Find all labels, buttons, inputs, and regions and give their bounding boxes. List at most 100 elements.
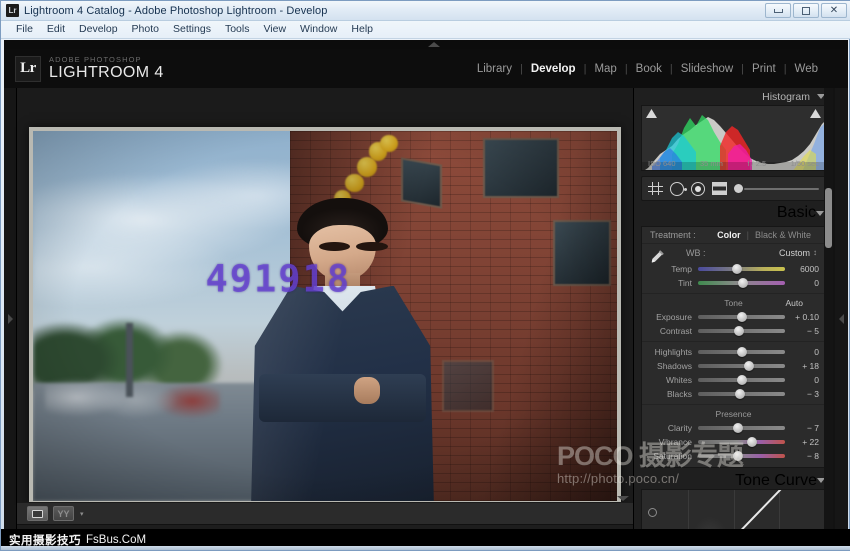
slider-knob[interactable] bbox=[735, 389, 745, 399]
slider-knob[interactable] bbox=[737, 375, 747, 385]
loupe-view-button[interactable] bbox=[27, 506, 48, 521]
slider-knob[interactable] bbox=[737, 312, 747, 322]
menu-item-view[interactable]: View bbox=[256, 21, 293, 38]
slider-track[interactable] bbox=[698, 426, 785, 430]
menu-item-edit[interactable]: Edit bbox=[40, 21, 72, 38]
maximize-button[interactable] bbox=[793, 3, 819, 18]
compare-view-button[interactable]: YY bbox=[53, 506, 74, 521]
app-header: Lr ADOBE PHOTOSHOP LIGHTROOM 4 Library |… bbox=[4, 49, 848, 88]
treatment-bw-option[interactable]: Black & White bbox=[749, 230, 817, 240]
slider-knob[interactable] bbox=[744, 361, 754, 371]
targeted-adjustment-icon[interactable] bbox=[648, 508, 657, 517]
slider-blacks[interactable]: Blacks − 3 bbox=[642, 387, 825, 401]
exif-iso: ISO 640 bbox=[648, 159, 676, 168]
tone-curve-header[interactable]: Tone Curve bbox=[634, 472, 833, 489]
basic-panel-title: Basic bbox=[777, 204, 816, 222]
right-panel-collapse-toggle[interactable] bbox=[835, 88, 848, 549]
slider-track[interactable] bbox=[698, 350, 785, 354]
module-develop[interactable]: Develop bbox=[523, 63, 584, 75]
slider-track[interactable] bbox=[698, 267, 785, 271]
slider-saturation[interactable]: Saturation − 8 bbox=[642, 449, 825, 463]
viewer-toolbar: YY ▾ bbox=[17, 502, 633, 524]
slider-tint[interactable]: Tint 0 bbox=[642, 276, 825, 290]
slider-highlights[interactable]: Highlights 0 bbox=[642, 345, 825, 359]
image-viewer[interactable]: 491918 YY ▾ bbox=[17, 88, 633, 549]
module-map[interactable]: Map bbox=[586, 63, 624, 75]
red-eye-correction-icon[interactable] bbox=[691, 182, 705, 196]
slider-value: − 7 bbox=[785, 423, 819, 433]
slider-label: Blacks bbox=[648, 389, 698, 399]
eyedropper-icon[interactable] bbox=[648, 248, 666, 266]
slider-track[interactable] bbox=[698, 378, 785, 382]
slider-track[interactable] bbox=[698, 364, 785, 368]
slider-knob[interactable] bbox=[734, 326, 744, 336]
menu-item-settings[interactable]: Settings bbox=[166, 21, 218, 38]
toolbar-overflow-caret[interactable] bbox=[617, 501, 629, 519]
photo-canvas[interactable]: 491918 bbox=[33, 131, 617, 501]
graduated-filter-icon[interactable] bbox=[712, 182, 727, 195]
treatment-row: Treatment : Color | Black & White bbox=[642, 227, 825, 244]
top-panel-collapse-toggle[interactable] bbox=[422, 40, 446, 49]
crop-overlay-icon[interactable] bbox=[648, 182, 663, 195]
module-web[interactable]: Web bbox=[787, 63, 826, 75]
module-library[interactable]: Library bbox=[469, 63, 520, 75]
menu-item-window[interactable]: Window bbox=[293, 21, 344, 38]
slider-exposure[interactable]: Exposure + 0.10 bbox=[642, 310, 825, 324]
close-button[interactable]: ✕ bbox=[821, 3, 847, 18]
window-buttons: ✕ bbox=[765, 3, 847, 18]
slider-vibrance[interactable]: Vibrance + 22 bbox=[642, 435, 825, 449]
identity-plate[interactable]: Lr ADOBE PHOTOSHOP LIGHTROOM 4 bbox=[15, 56, 164, 82]
slider-track[interactable] bbox=[698, 281, 785, 285]
adjustment-brush-icon[interactable] bbox=[734, 184, 825, 193]
slider-track[interactable] bbox=[698, 329, 785, 333]
chevron-down-icon bbox=[816, 211, 824, 216]
slider-knob[interactable] bbox=[733, 423, 743, 433]
right-panel-scrollbar[interactable] bbox=[824, 88, 833, 549]
slider-track[interactable] bbox=[698, 315, 785, 319]
app-body: 491918 YY ▾ bbox=[4, 88, 848, 549]
slider-knob[interactable] bbox=[733, 451, 743, 461]
slider-knob[interactable] bbox=[737, 347, 747, 357]
wb-preset-dropdown[interactable]: Custom ↕ bbox=[779, 248, 817, 258]
basic-panel-header[interactable]: Basic bbox=[641, 205, 826, 221]
slider-clarity[interactable]: Clarity − 7 bbox=[642, 421, 825, 435]
module-print[interactable]: Print bbox=[744, 63, 784, 75]
spot-removal-icon[interactable] bbox=[670, 182, 684, 196]
photo-digit-watermark: 491918 bbox=[205, 258, 351, 301]
presence-label: Presence bbox=[716, 409, 752, 419]
slider-track[interactable] bbox=[698, 440, 785, 444]
menu-item-develop[interactable]: Develop bbox=[72, 21, 125, 38]
histogram[interactable]: ISO 640 35 mm f / 2.5 1/50 sec bbox=[641, 105, 826, 171]
slider-track[interactable] bbox=[698, 454, 785, 458]
menu-item-help[interactable]: Help bbox=[344, 21, 380, 38]
menu-item-tools[interactable]: Tools bbox=[218, 21, 257, 38]
module-slideshow[interactable]: Slideshow bbox=[673, 63, 741, 75]
presence-group-title: Presence bbox=[642, 408, 825, 421]
identity-text: ADOBE PHOTOSHOP LIGHTROOM 4 bbox=[49, 56, 164, 82]
menu-item-photo[interactable]: Photo bbox=[125, 21, 166, 38]
treatment-color-option[interactable]: Color bbox=[711, 230, 747, 240]
auto-tone-button[interactable]: Auto bbox=[786, 297, 804, 310]
slider-contrast[interactable]: Contrast − 5 bbox=[642, 324, 825, 338]
scrollbar-thumb[interactable] bbox=[825, 188, 832, 248]
slider-value: + 22 bbox=[785, 437, 819, 447]
slider-temp[interactable]: Temp 6000 bbox=[642, 262, 825, 276]
menu-item-file[interactable]: File bbox=[9, 21, 40, 38]
slider-label: Tint bbox=[648, 278, 698, 288]
loupe-icon bbox=[32, 510, 43, 518]
left-panel-collapse-toggle[interactable] bbox=[4, 88, 17, 549]
histogram-header[interactable]: Histogram bbox=[634, 88, 833, 105]
slider-value: − 3 bbox=[785, 389, 819, 399]
divider bbox=[642, 293, 825, 294]
minimize-button[interactable] bbox=[765, 3, 791, 18]
slider-track[interactable] bbox=[698, 392, 785, 396]
top-panel-strip bbox=[4, 40, 848, 49]
slider-knob[interactable] bbox=[738, 278, 748, 288]
slider-shadows[interactable]: Shadows + 18 bbox=[642, 359, 825, 373]
slider-label: Highlights bbox=[648, 347, 698, 357]
slider-knob[interactable] bbox=[732, 264, 742, 274]
slider-knob[interactable] bbox=[747, 437, 757, 447]
view-options-caret-icon[interactable]: ▾ bbox=[80, 510, 84, 518]
slider-whites[interactable]: Whites 0 bbox=[642, 373, 825, 387]
module-book[interactable]: Book bbox=[628, 63, 670, 75]
